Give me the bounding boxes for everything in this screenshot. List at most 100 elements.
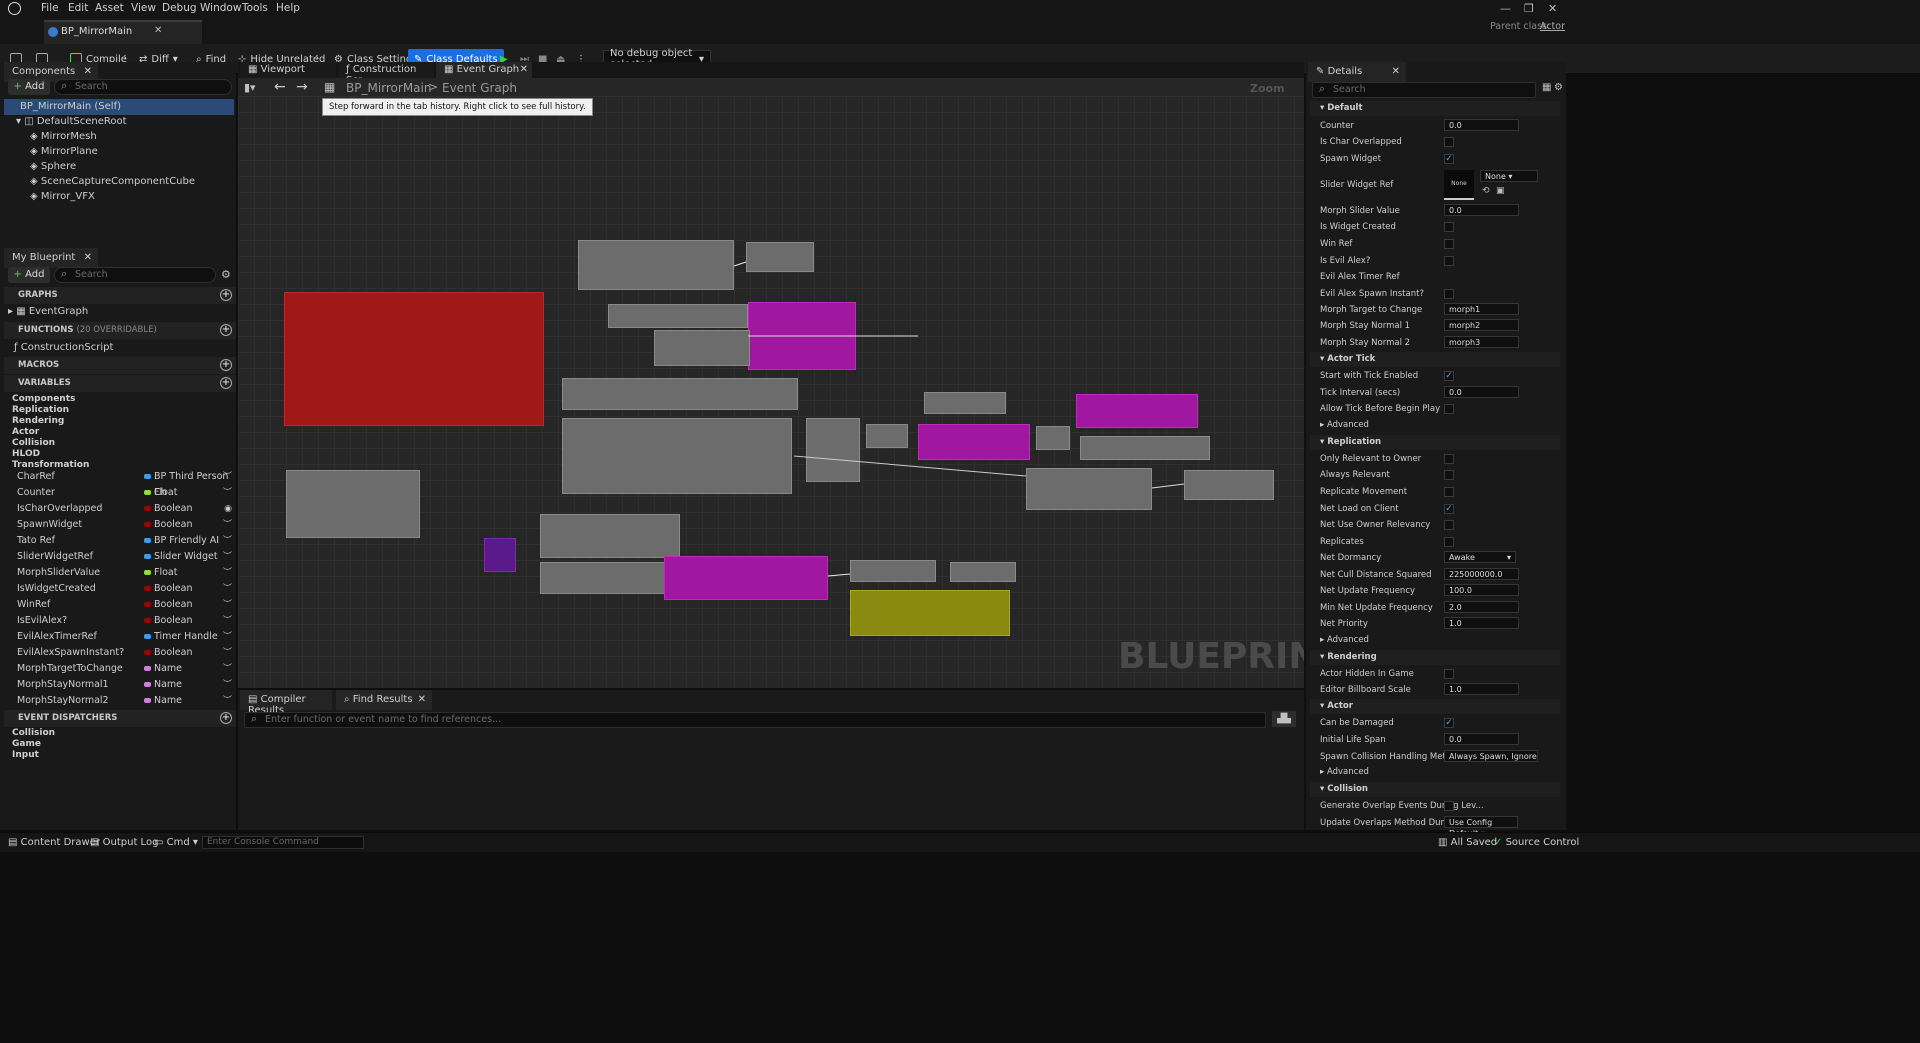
chevron-icon[interactable]: ︶ (223, 613, 232, 629)
add-macro-icon[interactable]: + (220, 359, 232, 371)
menu-window[interactable]: Window (200, 2, 241, 14)
chevron-icon[interactable]: ︶ (223, 581, 232, 597)
chevron-icon[interactable]: ︶ (223, 645, 232, 661)
console-command-input[interactable]: Enter Console Command (202, 836, 364, 849)
component-mirror-mesh[interactable]: ◈ MirrorMesh (30, 129, 97, 145)
settings-gear-icon[interactable]: ⚙ (221, 268, 231, 281)
details-search-input[interactable]: Search (1312, 82, 1536, 98)
var-category-replication[interactable]: Replication (12, 405, 69, 415)
add-variable-icon[interactable]: + (220, 377, 232, 389)
details-settings-icon[interactable]: ⚙ (1554, 82, 1563, 93)
section-collision[interactable]: ▾ Collision (1310, 782, 1560, 797)
blueprint-doc-tab[interactable]: BP_MirrorMain ✕ (44, 20, 202, 44)
prop-update-overlap-dropdown[interactable]: Use Config Default ▾ (1444, 816, 1518, 838)
add-dispatcher-icon[interactable]: + (220, 712, 232, 724)
find-results-input[interactable]: Enter function or event name to find ref… (244, 712, 1266, 728)
dispatcher-category-input[interactable]: Input (12, 750, 39, 760)
tab-event-graph[interactable]: ▦ Event Graph ✕ (436, 62, 532, 78)
bookmark-icon[interactable]: ▮▾ (244, 81, 256, 94)
prop-life-span-input[interactable]: 0.0 (1444, 733, 1519, 745)
component-self[interactable]: BP_MirrorMain (Self) (4, 99, 234, 115)
close-details-icon[interactable]: ✕ (1392, 66, 1400, 77)
variable-row[interactable]: Counter Float ︶ (4, 485, 236, 501)
var-category-components[interactable]: Components (12, 394, 75, 404)
parent-class-value[interactable]: Actor (1540, 21, 1565, 32)
variable-row[interactable]: Tato Ref BP Friendly AI ︶ (4, 533, 236, 549)
chevron-icon[interactable]: ︶ (223, 629, 232, 645)
browse-asset-icon[interactable]: ▣ (1496, 186, 1505, 196)
close-find-icon[interactable]: ✕ (418, 694, 426, 705)
macros-header[interactable]: MACROS + (4, 357, 236, 374)
dispatcher-category-game[interactable]: Game (12, 739, 41, 749)
prop-billboard-input[interactable]: 1.0 (1444, 683, 1519, 695)
chevron-icon[interactable]: ︶ (223, 693, 232, 709)
slider-widget-thumbnail[interactable]: None (1444, 170, 1474, 200)
back-arrow-icon[interactable]: ← (274, 79, 286, 95)
close-components-icon[interactable]: ✕ (84, 66, 92, 77)
chevron-icon[interactable]: ︶ (223, 661, 232, 677)
component-default-scene-root[interactable]: ▾ ◫ DefaultSceneRoot (16, 114, 127, 130)
forward-arrow-icon[interactable]: → (296, 79, 308, 95)
prop-net-cull-input[interactable]: 225000000.0 (1444, 568, 1519, 580)
eye-icon[interactable]: ◉ (224, 501, 232, 517)
menu-view[interactable]: View (131, 2, 156, 14)
prop-replicates-checkbox[interactable] (1444, 537, 1454, 547)
graphs-header[interactable]: GRAPHS + (4, 287, 236, 304)
prop-replicate-movement-checkbox[interactable] (1444, 487, 1454, 497)
output-log-button[interactable]: ▤ Output Log (90, 837, 158, 848)
prop-is-evil-alex-checkbox[interactable] (1444, 256, 1454, 266)
view-options-icon[interactable]: ▦ (1542, 82, 1551, 93)
prop-allow-tick-checkbox[interactable] (1444, 404, 1454, 414)
breadcrumb-root[interactable]: BP_MirrorMain (346, 81, 431, 95)
prop-actor-hidden-checkbox[interactable] (1444, 669, 1454, 679)
add-graph-icon[interactable]: + (220, 289, 232, 301)
event-graph-item[interactable]: ▸ ▦ EventGraph (8, 304, 88, 320)
chevron-icon[interactable]: ︶ (223, 677, 232, 693)
binoculars-icon[interactable]: ▟▙ (1272, 711, 1296, 727)
variable-row[interactable]: IsEvilAlex? Boolean ︶ (4, 613, 236, 629)
construction-script-item[interactable]: ƒ ConstructionScript (14, 340, 113, 356)
menu-debug[interactable]: Debug (162, 2, 197, 14)
prop-min-net-update-input[interactable]: 2.0 (1444, 601, 1519, 613)
prop-tick-interval-input[interactable]: 0.0 (1444, 386, 1519, 398)
prop-spawn-widget-checkbox[interactable]: ✓ (1444, 154, 1454, 164)
chevron-icon[interactable]: ︶ (223, 533, 232, 549)
chevron-icon[interactable]: ︶ (223, 549, 232, 565)
prop-is-char-overlapped-checkbox[interactable] (1444, 137, 1454, 147)
var-category-hlod[interactable]: HLOD (12, 449, 40, 459)
cmd-dropdown[interactable]: ▭ Cmd ▾ (154, 837, 198, 848)
prop-gen-overlap-checkbox[interactable] (1444, 801, 1454, 811)
prop-win-ref-checkbox[interactable] (1444, 239, 1454, 249)
event-graph-canvas[interactable]: BLUEPRINT (238, 96, 1304, 688)
prop-always-relevant-checkbox[interactable] (1444, 470, 1454, 480)
section-replication-advanced[interactable]: ▸ Advanced (1310, 633, 1560, 648)
close-event-graph-icon[interactable]: ✕ (520, 64, 528, 75)
menu-tools[interactable]: Tools (242, 2, 268, 14)
component-sphere[interactable]: ◈ Sphere (30, 159, 76, 175)
section-actor-tick-advanced[interactable]: ▸ Advanced (1310, 418, 1560, 433)
prop-morph-target-input[interactable]: morph1 (1444, 303, 1519, 315)
menu-asset[interactable]: Asset (95, 2, 124, 14)
var-category-actor[interactable]: Actor (12, 427, 39, 437)
section-rendering[interactable]: ▾ Rendering (1310, 650, 1560, 665)
section-actor-tick[interactable]: ▾ Actor Tick (1310, 352, 1560, 367)
variables-header[interactable]: VARIABLES + (4, 375, 236, 392)
variable-row[interactable]: IsWidgetCreated Boolean ︶ (4, 581, 236, 597)
prop-morph-stay2-input[interactable]: morph3 (1444, 336, 1519, 348)
variable-row[interactable]: IsCharOverlapped Boolean ◉ (4, 501, 236, 517)
my-blueprint-search-input[interactable]: Search (54, 267, 216, 283)
var-category-rendering[interactable]: Rendering (12, 416, 64, 426)
variable-row[interactable]: EvilAlexTimerRef Timer Handle ︶ (4, 629, 236, 645)
my-blueprint-tab[interactable]: My Blueprint ✕ (4, 248, 98, 268)
variable-row[interactable]: SliderWidgetRef Slider Widget ︶ (4, 549, 236, 565)
prop-spawn-collision-dropdown[interactable]: Always Spawn, Ignore Cc (1444, 750, 1538, 762)
tab-compiler-results[interactable]: ▤ Compiler Results (240, 690, 332, 716)
add-component-button[interactable]: + Add (8, 79, 50, 95)
chevron-icon[interactable]: ︶ (223, 485, 232, 501)
section-replication[interactable]: ▾ Replication (1310, 435, 1560, 450)
add-function-icon[interactable]: + (220, 324, 232, 336)
variable-row[interactable]: MorphTargetToChange Name ︶ (4, 661, 236, 677)
section-default[interactable]: ▾ Default (1310, 101, 1560, 116)
chevron-icon[interactable]: ︶ (223, 597, 232, 613)
tab-find-results[interactable]: ⌕ Find Results ✕ (336, 690, 432, 710)
